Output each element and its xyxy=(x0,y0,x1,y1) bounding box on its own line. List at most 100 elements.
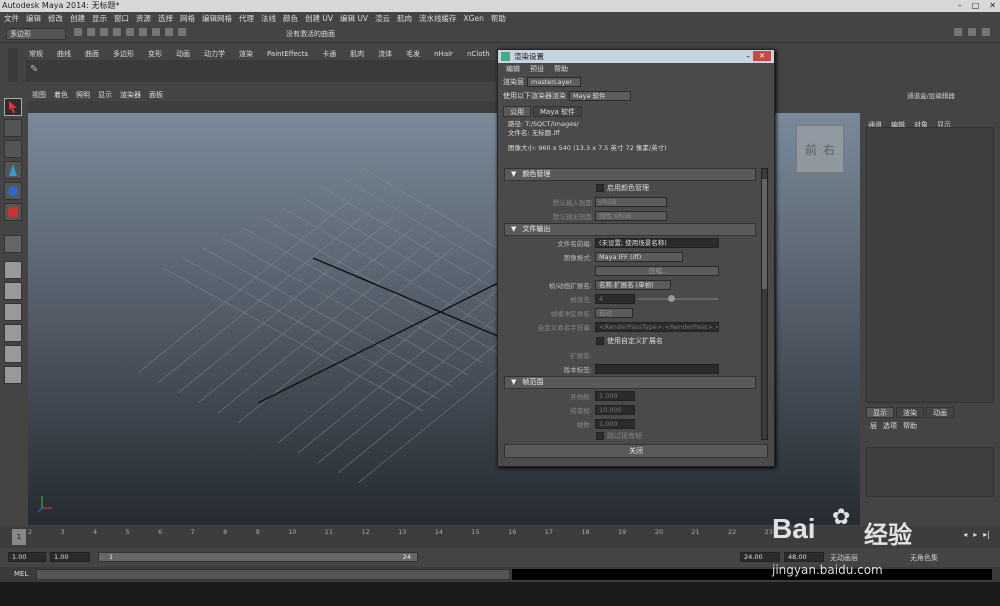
paint-select-tool-icon[interactable] xyxy=(4,140,22,158)
close-button[interactable]: 关闭 xyxy=(504,444,768,458)
select-component-icon[interactable] xyxy=(139,28,147,36)
format-dropdown[interactable]: Maya IFF (iff) xyxy=(595,252,683,262)
current-frame-marker[interactable]: 1 xyxy=(12,529,26,545)
menu-xgen[interactable]: XGen xyxy=(464,12,484,25)
minimize-icon[interactable]: – xyxy=(958,0,962,12)
render-layer-dropdown[interactable]: masterLayer xyxy=(527,77,581,87)
shelf-tab-fluids[interactable]: 流体 xyxy=(375,48,395,60)
layer-menu-layers[interactable]: 层 xyxy=(870,421,877,431)
viewcube[interactable]: 前 右 xyxy=(796,125,844,173)
step-back-icon[interactable]: ◂ xyxy=(963,530,967,539)
shelf-tab-surfaces[interactable]: 曲面 xyxy=(82,48,102,60)
mode-selector[interactable]: 多边形 xyxy=(6,28,66,40)
snap-curve-icon[interactable] xyxy=(165,28,173,36)
close-icon[interactable]: ✕ xyxy=(989,0,996,12)
menu-mesh[interactable]: 网格 xyxy=(180,12,195,25)
scale-tool-icon[interactable] xyxy=(4,203,22,221)
layer-menu-options[interactable]: 选项 xyxy=(883,421,897,431)
shelf-tab-muscle[interactable]: 肌肉 xyxy=(347,48,367,60)
menu-render-cloud[interactable]: 渲云 xyxy=(375,12,390,25)
tab-maya-software[interactable]: Maya 软件 xyxy=(533,106,582,117)
toggle-tool-settings-icon[interactable] xyxy=(968,28,976,36)
play-icon[interactable]: ▸ xyxy=(973,530,977,539)
dialog-menu-presets[interactable]: 预设 xyxy=(530,63,544,75)
shelf-tab-polygons[interactable]: 多边形 xyxy=(110,48,137,60)
section-frame-range[interactable]: ▼ 帧范围 xyxy=(504,376,756,389)
toggle-attribute-editor-icon[interactable] xyxy=(954,28,962,36)
menu-edit[interactable]: 编辑 xyxy=(26,12,41,25)
dialog-menu-help[interactable]: 帮助 xyxy=(554,63,568,75)
step-end-icon[interactable]: ▸| xyxy=(983,530,990,539)
menu-window[interactable]: 窗口 xyxy=(114,12,129,25)
version-input[interactable] xyxy=(595,364,719,374)
menu-muscle[interactable]: 肌肉 xyxy=(397,12,412,25)
toggle-channel-box-icon[interactable] xyxy=(982,28,990,36)
menu-file[interactable]: 文件 xyxy=(4,12,19,25)
frame-ext-dropdown[interactable]: 名称.扩展名 (单帧) xyxy=(595,280,671,290)
shelf-tab-dynamics[interactable]: 动力学 xyxy=(201,48,228,60)
shelf-tab-painteffects[interactable]: PaintEffects xyxy=(264,48,311,60)
layout-hypershade-icon[interactable] xyxy=(4,345,22,363)
shelf-tab-rendering[interactable]: 渲染 xyxy=(236,48,256,60)
move-tool-icon[interactable] xyxy=(4,161,22,179)
maximize-icon[interactable]: □ xyxy=(972,0,980,12)
viewport-menu-show[interactable]: 显示 xyxy=(98,90,112,101)
dialog-menu-edit[interactable]: 编辑 xyxy=(506,63,520,75)
dialog-title-bar[interactable]: 渲染设置 – ✕ xyxy=(498,50,774,63)
custom-ext-checkbox[interactable] xyxy=(596,337,604,345)
menu-create[interactable]: 创建 xyxy=(70,12,85,25)
section-file-output[interactable]: ▼ 文件输出 xyxy=(504,223,756,236)
start-time-field[interactable]: 1.00 xyxy=(8,552,46,562)
input-profile-dropdown[interactable]: sRGB xyxy=(595,197,667,207)
select-object-icon[interactable] xyxy=(126,28,134,36)
menu-color[interactable]: 颜色 xyxy=(283,12,298,25)
menu-edit-uv[interactable]: 编辑 UV xyxy=(340,12,368,25)
menu-select[interactable]: 选择 xyxy=(158,12,173,25)
menu-assets[interactable]: 资源 xyxy=(136,12,151,25)
menu-modify[interactable]: 修改 xyxy=(48,12,63,25)
section-color-management[interactable]: ▼ 颜色管理 xyxy=(504,168,756,181)
menu-pipeline-cache[interactable]: 流水线缓存 xyxy=(419,12,457,25)
viewport-menu-shading[interactable]: 着色 xyxy=(54,90,68,101)
select-tool-icon[interactable] xyxy=(4,98,22,116)
mel-input[interactable] xyxy=(36,569,510,580)
start-frame-input[interactable]: 1.000 xyxy=(595,391,635,401)
padding-slider[interactable] xyxy=(638,295,718,302)
output-profile-dropdown[interactable]: 线性 sRGB xyxy=(595,211,667,221)
renderer-dropdown[interactable]: Maya 软件 xyxy=(569,91,631,101)
scrollbar-thumb[interactable] xyxy=(762,179,767,289)
layout-four-icon[interactable] xyxy=(4,282,22,300)
layer-tab-anim[interactable]: 动画 xyxy=(926,407,954,418)
layer-menu-help[interactable]: 帮助 xyxy=(903,421,917,431)
shelf-tab-deformation[interactable]: 变形 xyxy=(145,48,165,60)
menu-edit-mesh[interactable]: 编辑网格 xyxy=(202,12,232,25)
menu-create-uv[interactable]: 创建 UV xyxy=(305,12,333,25)
range-bar[interactable]: 1 24 xyxy=(98,552,418,562)
open-scene-icon[interactable] xyxy=(87,28,95,36)
shelf-tab-toon[interactable]: 卡通 xyxy=(319,48,339,60)
layout-persp-outliner-icon[interactable] xyxy=(4,303,22,321)
dialog-minimize-icon[interactable]: – xyxy=(746,50,750,63)
last-tool-icon[interactable] xyxy=(4,235,22,253)
end-frame-input[interactable]: 10.000 xyxy=(595,405,635,415)
compress-button[interactable]: 压缩... xyxy=(595,266,719,276)
viewport-menu-panels[interactable]: 面板 xyxy=(149,90,163,101)
buffer-dropdown[interactable]: 自动 xyxy=(595,308,633,318)
viewport-menu-renderer[interactable]: 渲染器 xyxy=(120,90,141,101)
save-scene-icon[interactable] xyxy=(100,28,108,36)
menu-help[interactable]: 帮助 xyxy=(491,12,506,25)
layout-single-icon[interactable] xyxy=(4,261,22,279)
rotate-tool-icon[interactable] xyxy=(4,182,22,200)
enable-color-checkbox[interactable] xyxy=(596,184,604,192)
menu-proxy[interactable]: 代理 xyxy=(239,12,254,25)
shelf-tab-fur[interactable]: 毛发 xyxy=(403,48,423,60)
layer-tab-display[interactable]: 显示 xyxy=(866,407,894,418)
layout-persp-graph-icon[interactable] xyxy=(4,324,22,342)
menu-display[interactable]: 显示 xyxy=(92,12,107,25)
shelf-tab-curves[interactable]: 曲线 xyxy=(54,48,74,60)
mel-label[interactable]: MEL xyxy=(14,570,28,578)
menu-normals[interactable]: 法线 xyxy=(261,12,276,25)
shelf-tab-general[interactable]: 常规 xyxy=(26,48,46,60)
skip-frames-checkbox[interactable] xyxy=(596,432,604,440)
dialog-close-icon[interactable]: ✕ xyxy=(753,51,771,61)
